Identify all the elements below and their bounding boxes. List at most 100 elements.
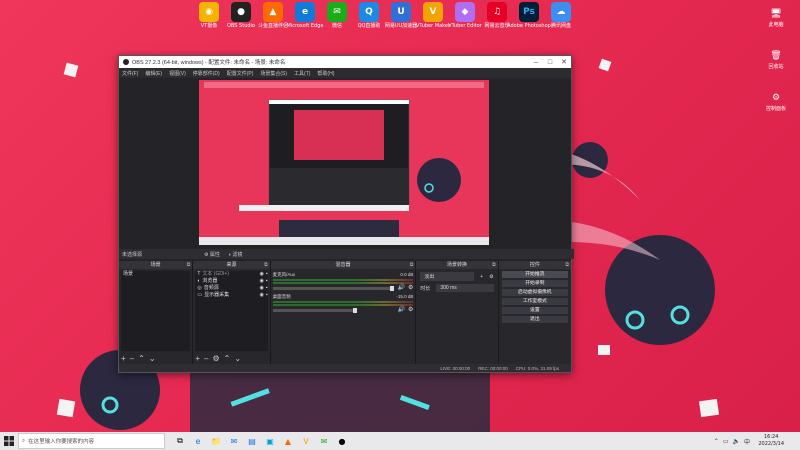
dock-undock-icon[interactable]: ⧉: [264, 261, 268, 269]
search-placeholder: 在这里输入你要搜索的内容: [28, 439, 95, 445]
source-item[interactable]: ◐ 浏览器 ◉ ▪: [195, 278, 267, 285]
obs-titlebar[interactable]: OBS 27.2.3 (64-bit, windows) - 配置文件: 未命名…: [119, 56, 571, 68]
obs-icon: [123, 59, 129, 65]
add-icon[interactable]: +: [480, 274, 483, 280]
menu-file[interactable]: 文件(F): [122, 70, 138, 77]
duration-input[interactable]: 300 ms: [436, 284, 494, 292]
lock-icon[interactable]: ▪: [266, 278, 268, 285]
dock-undock-icon[interactable]: ⧉: [565, 261, 569, 269]
file-explorer-icon[interactable]: 📁: [209, 434, 223, 448]
desktop-icon[interactable]: ● OBS Studio: [227, 2, 255, 29]
source-item[interactable]: T 文本 (GDI+) ◉ ▪: [195, 271, 267, 278]
studio-mode-button[interactable]: 工作室模式: [501, 298, 568, 305]
maximize-button[interactable]: □: [543, 59, 557, 66]
properties-button[interactable]: ⚙ 属性: [204, 251, 220, 258]
text-icon: T: [197, 271, 201, 277]
gear-icon[interactable]: ⚙: [408, 284, 413, 291]
dock-undock-icon[interactable]: ⧉: [410, 261, 414, 269]
menu-docks[interactable]: 停靠部件(D): [193, 70, 220, 77]
vtuber-editor-icon: ◆: [455, 2, 475, 22]
lock-icon[interactable]: ▪: [266, 292, 268, 299]
desktop-icons-top: ◉ VT摄像 ● OBS Studio ▲ 斗鱼直播伴侣 e Microsoft Edg…: [195, 2, 575, 29]
add-icon[interactable]: +: [195, 354, 200, 363]
menu-edit[interactable]: 编辑(E): [145, 70, 162, 77]
lock-icon[interactable]: ▪: [266, 285, 268, 292]
menu-profile[interactable]: 配置文件(P): [227, 70, 254, 77]
desktop-icon[interactable]: V VTuber Maker: [416, 2, 450, 29]
source-item[interactable]: ◎ 音频源 ◉ ▪: [195, 285, 267, 292]
ime-icon[interactable]: 中: [744, 437, 750, 446]
scene-item[interactable]: 场景: [121, 271, 190, 278]
store-icon[interactable]: ▤: [245, 434, 259, 448]
close-button[interactable]: ✕: [557, 58, 571, 66]
obs-icon[interactable]: ●: [335, 434, 349, 448]
vtuber-maker-icon[interactable]: V: [299, 434, 313, 448]
douyu-icon[interactable]: ▲: [281, 434, 295, 448]
track-db: -15.0 dB: [396, 294, 414, 299]
source-toolbar: 未选择源 ⚙ 属性 ◑ 滤镜: [119, 249, 574, 259]
desktop-icon[interactable]: Ps Adobe Photoshop: [507, 2, 551, 29]
desktop-icon[interactable]: ◉ VT摄像: [195, 2, 223, 29]
remove-icon[interactable]: –: [204, 354, 208, 363]
lock-icon[interactable]: ▪: [266, 271, 268, 278]
desktop-icon[interactable]: ▲ 斗鱼直播伴侣: [258, 2, 288, 29]
eye-icon[interactable]: ◉: [260, 292, 264, 299]
desktop-icon-control-panel[interactable]: ⚙ 控制面板: [762, 90, 790, 112]
desktop-icon[interactable]: ✉ 微信: [323, 2, 351, 29]
netease-music-icon: ♫: [487, 2, 507, 22]
menu-scene-collection[interactable]: 场景集合(S): [260, 70, 287, 77]
task-view-icon[interactable]: ⧉: [173, 434, 187, 448]
exit-button[interactable]: 退出: [501, 316, 568, 323]
desktop-icon[interactable]: U 网易UU加速器: [385, 2, 417, 29]
eye-icon[interactable]: ◉: [260, 271, 264, 278]
start-virtual-camera-button[interactable]: 启动虚拟摄像机: [501, 289, 568, 296]
desktop-icon-this-pc[interactable]: 🖥 此电脑: [762, 6, 790, 28]
move-up-icon[interactable]: ⌃: [224, 354, 231, 363]
source-item[interactable]: ▭ 显示器采集 ◉ ▪: [195, 292, 267, 299]
start-button[interactable]: [0, 432, 18, 450]
obs-window[interactable]: OBS 27.2.3 (64-bit, windows) - 配置文件: 未命名…: [118, 55, 574, 373]
desktop-icon[interactable]: Q QQ直播助: [355, 2, 383, 29]
duration-row: 时长 300 ms: [420, 284, 494, 292]
speaker-icon[interactable]: 🔊: [397, 306, 404, 313]
chevron-up-icon[interactable]: ⌃: [714, 438, 719, 445]
taskbar-search[interactable]: ⌕ 在这里输入你要搜索的内容: [18, 433, 165, 449]
add-icon[interactable]: +: [121, 354, 126, 363]
remove-icon[interactable]: –: [130, 354, 134, 363]
dock-undock-icon[interactable]: ⧉: [492, 261, 496, 269]
transition-select[interactable]: 淡出: [420, 272, 475, 281]
menu-tools[interactable]: 工具(T): [294, 70, 310, 77]
duration-label: 时长: [420, 285, 431, 292]
speaker-icon[interactable]: 🔊: [397, 284, 404, 291]
volume-slider[interactable]: [272, 286, 395, 291]
start-recording-button[interactable]: 开始录制: [501, 280, 568, 287]
mail-icon[interactable]: ✉: [227, 434, 241, 448]
wechat-icon[interactable]: ✉: [317, 434, 331, 448]
settings-button[interactable]: 设置: [501, 307, 568, 314]
start-streaming-button[interactable]: 开始推流: [501, 271, 568, 278]
menu-help[interactable]: 帮助(H): [317, 70, 334, 77]
desktop-icon[interactable]: e Microsoft Edge: [287, 2, 323, 29]
gear-icon[interactable]: ⚙: [212, 354, 219, 363]
bilibili-icon[interactable]: ▣: [263, 434, 277, 448]
dock-undock-icon[interactable]: ⧉: [187, 261, 191, 269]
desktop-icon-recycle-bin[interactable]: 🗑 回收站: [762, 48, 790, 70]
desktop-icon[interactable]: ☁ 腾讯网盘: [547, 2, 575, 29]
minimize-button[interactable]: –: [529, 59, 543, 66]
menu-view[interactable]: 视图(V): [169, 70, 186, 77]
preview-canvas[interactable]: [199, 80, 489, 245]
volume-icon[interactable]: 🔈: [733, 438, 740, 445]
taskbar-clock[interactable]: 16:24 2022/3/14: [758, 434, 784, 448]
move-down-icon[interactable]: ⌄: [149, 354, 156, 363]
gear-icon[interactable]: ⚙: [489, 274, 493, 280]
move-down-icon[interactable]: ⌄: [234, 354, 241, 363]
eye-icon[interactable]: ◉: [260, 285, 264, 292]
move-up-icon[interactable]: ⌃: [138, 354, 145, 363]
desktop-icon[interactable]: ◆ VTuber Editor: [448, 2, 482, 29]
network-icon[interactable]: ▭: [723, 438, 729, 445]
volume-slider[interactable]: [272, 308, 358, 313]
filters-button[interactable]: ◑ 滤镜: [228, 251, 242, 258]
gear-icon[interactable]: ⚙: [408, 306, 413, 313]
eye-icon[interactable]: ◉: [260, 278, 264, 285]
edge-icon[interactable]: e: [191, 434, 205, 448]
